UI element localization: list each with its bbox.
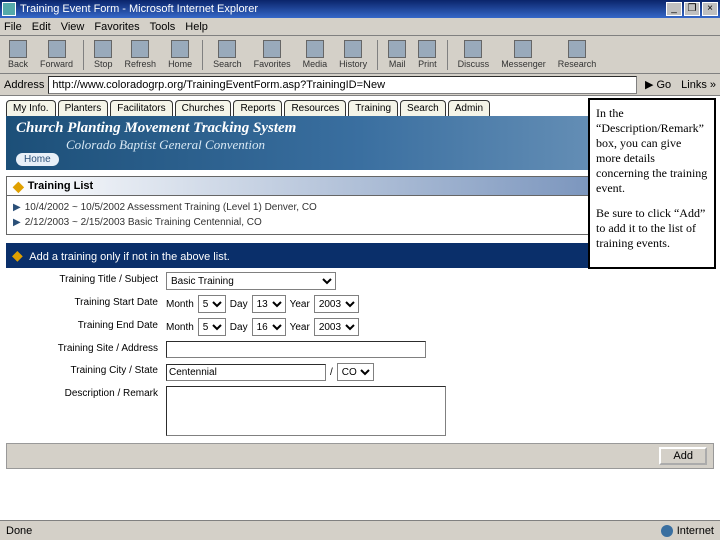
tab-reports[interactable]: Reports	[233, 100, 282, 116]
ie-icon	[2, 2, 16, 16]
research-button[interactable]: Research	[552, 38, 603, 71]
stop-button[interactable]: Stop	[88, 38, 119, 71]
menu-edit[interactable]: Edit	[32, 21, 51, 33]
triangle-icon: ▶	[13, 202, 21, 213]
home-icon	[171, 40, 189, 58]
tab-churches[interactable]: Churches	[175, 100, 232, 116]
menu-help[interactable]: Help	[185, 21, 208, 33]
state-select[interactable]: CO	[337, 363, 374, 381]
bullet-icon: ◆	[12, 247, 23, 263]
menu-file[interactable]: File	[4, 21, 22, 33]
home-button[interactable]: Home	[162, 38, 198, 71]
end-date-label: Training End Date	[6, 318, 166, 336]
back-button[interactable]: Back	[2, 38, 34, 71]
form-actions: Add	[6, 443, 714, 469]
favorites-button[interactable]: Favorites	[248, 38, 297, 71]
end-year-select[interactable]: 2003	[314, 318, 359, 336]
training-form: Training Title / Subject Basic Training …	[6, 272, 714, 439]
window-titlebar: Training Event Form - Microsoft Internet…	[0, 0, 720, 18]
title-label: Training Title / Subject	[6, 272, 166, 290]
tab-search[interactable]: Search	[400, 100, 446, 116]
restore-button[interactable]: ❐	[684, 2, 700, 16]
end-day-select[interactable]: 16	[252, 318, 286, 336]
tab-admin[interactable]: Admin	[448, 100, 490, 116]
start-year-select[interactable]: 2003	[314, 295, 359, 313]
search-button[interactable]: Search	[207, 38, 248, 71]
callout-text-2: Be sure to click “Add” to add it to the …	[596, 206, 708, 251]
tab-facilitators[interactable]: Facilitators	[110, 100, 172, 116]
menu-favorites[interactable]: Favorites	[94, 21, 139, 33]
menu-bar: File Edit View Favorites Tools Help	[0, 18, 720, 36]
instruction-callout: In the “Description/Remark” box, you can…	[588, 98, 716, 269]
tab-planters[interactable]: Planters	[58, 100, 109, 116]
browser-toolbar: Back Forward Stop Refresh Home Search Fa…	[0, 36, 720, 74]
city-label: Training City / State	[6, 363, 166, 381]
minimize-button[interactable]: _	[666, 2, 682, 16]
add-button[interactable]: Add	[659, 447, 707, 465]
history-button[interactable]: History	[333, 38, 373, 71]
start-month-select[interactable]: 5	[198, 295, 226, 313]
site-label: Training Site / Address	[6, 341, 166, 358]
back-icon	[9, 40, 27, 58]
close-button[interactable]: ×	[702, 2, 718, 16]
status-done: Done	[6, 525, 32, 537]
description-label: Description / Remark	[6, 386, 166, 439]
media-button[interactable]: Media	[297, 38, 334, 71]
description-textarea[interactable]	[166, 386, 446, 436]
callout-text-1: In the “Description/Remark” box, you can…	[596, 106, 708, 196]
end-month-select[interactable]: 5	[198, 318, 226, 336]
menu-view[interactable]: View	[61, 21, 85, 33]
print-icon	[418, 40, 436, 58]
stop-icon	[94, 40, 112, 58]
forward-icon	[48, 40, 66, 58]
research-icon	[568, 40, 586, 58]
banner-home-button[interactable]: Home	[16, 153, 59, 166]
bullet-icon: ◆	[13, 178, 24, 195]
messenger-icon	[514, 40, 532, 58]
tab-training[interactable]: Training	[348, 100, 398, 116]
history-icon	[344, 40, 362, 58]
site-input[interactable]	[166, 341, 426, 358]
window-title: Training Event Form - Microsoft Internet…	[20, 3, 258, 15]
start-day-select[interactable]: 13	[252, 295, 286, 313]
messenger-button[interactable]: Messenger	[495, 38, 552, 71]
media-icon	[306, 40, 324, 58]
start-date-label: Training Start Date	[6, 295, 166, 313]
security-zone: Internet	[661, 525, 714, 537]
search-icon	[218, 40, 236, 58]
links-button[interactable]: Links »	[681, 79, 716, 91]
go-button[interactable]: ▶ Go	[641, 77, 675, 92]
tab-resources[interactable]: Resources	[284, 100, 346, 116]
city-input[interactable]	[166, 364, 326, 381]
favorites-icon	[263, 40, 281, 58]
triangle-icon: ▶	[13, 217, 21, 228]
address-input[interactable]	[48, 76, 637, 94]
menu-tools[interactable]: Tools	[150, 21, 176, 33]
discuss-button[interactable]: Discuss	[452, 38, 496, 71]
status-bar: Done Internet	[0, 520, 720, 540]
refresh-icon	[131, 40, 149, 58]
refresh-button[interactable]: Refresh	[119, 38, 163, 71]
training-title-select[interactable]: Basic Training	[166, 272, 336, 290]
globe-icon	[661, 525, 673, 537]
forward-button[interactable]: Forward	[34, 38, 79, 71]
mail-icon	[388, 40, 406, 58]
mail-button[interactable]: Mail	[382, 38, 412, 71]
address-label: Address	[4, 79, 44, 91]
page-content: My Info. Planters Facilitators Churches …	[0, 96, 720, 520]
address-bar: Address ▶ Go Links »	[0, 74, 720, 96]
section-title: Training List	[28, 180, 93, 192]
tab-myinfo[interactable]: My Info.	[6, 100, 56, 116]
discuss-icon	[464, 40, 482, 58]
print-button[interactable]: Print	[412, 38, 443, 71]
